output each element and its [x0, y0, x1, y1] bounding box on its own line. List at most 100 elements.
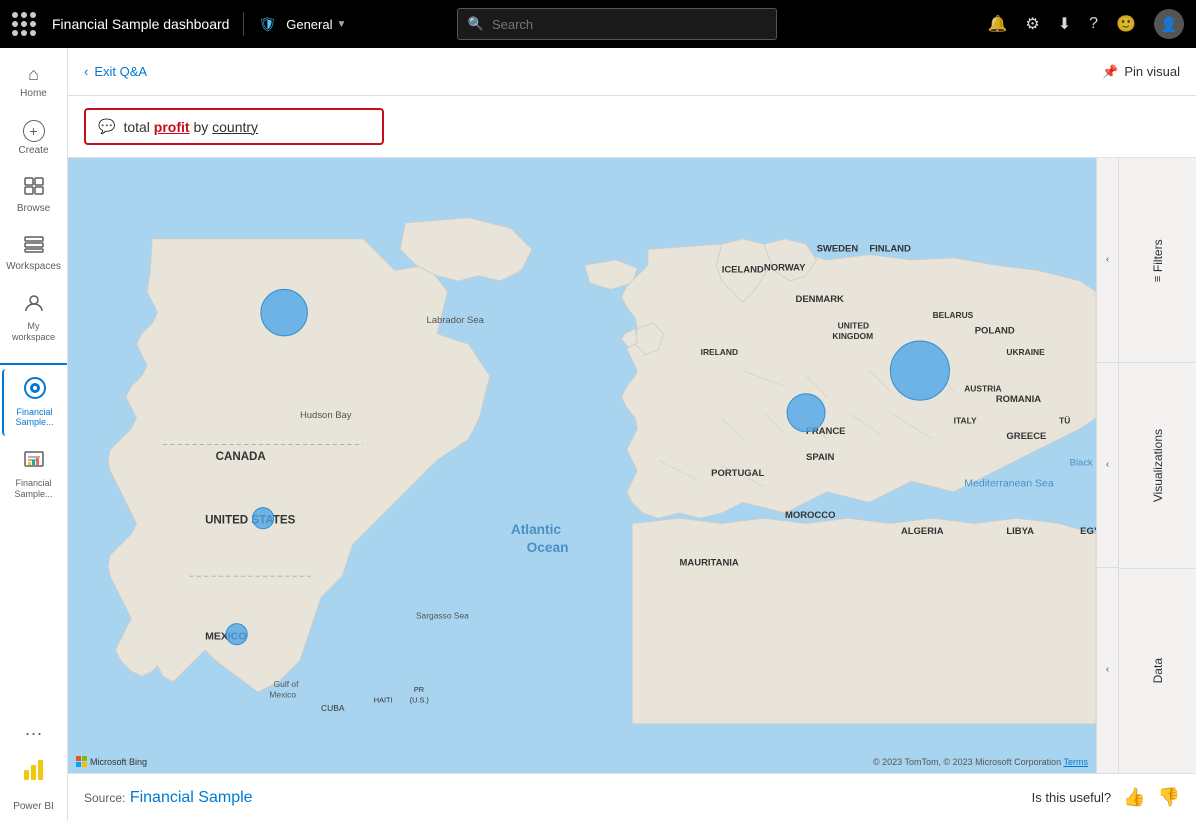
- chevron-left-icon: ‹: [1106, 254, 1109, 265]
- sidebar-item-financial-sample-2[interactable]: Financial Sample...: [2, 440, 66, 508]
- data-tab-label: Data: [1147, 650, 1169, 691]
- country-highlight: country: [212, 119, 258, 135]
- nav-action-icons: 🔔 ⚙ ⬇ ? 🙂 👤: [987, 9, 1184, 39]
- thumbs-up-button[interactable]: 👍: [1123, 787, 1145, 808]
- pin-visual-label: Pin visual: [1124, 64, 1180, 79]
- svg-text:(U.S.): (U.S.): [410, 696, 429, 705]
- workspace-selector[interactable]: General ▼: [286, 17, 346, 32]
- svg-text:AUSTRIA: AUSTRIA: [964, 384, 1001, 394]
- svg-text:Mexico: Mexico: [269, 689, 296, 699]
- help-icon[interactable]: ?: [1089, 15, 1098, 33]
- qna-query-box[interactable]: 💬 total profit by country: [84, 108, 384, 145]
- browse-icon: [24, 177, 44, 200]
- chevron-left-icon-2: ‹: [1106, 459, 1109, 470]
- terms-link[interactable]: Terms: [1064, 757, 1089, 767]
- svg-text:CANADA: CANADA: [216, 451, 267, 463]
- sidebar-item-browse[interactable]: Browse: [2, 169, 66, 223]
- svg-text:MAURITANIA: MAURITANIA: [680, 558, 739, 569]
- svg-text:KINGDOM: KINGDOM: [832, 331, 873, 341]
- chevron-left-icon-3: ‹: [1106, 664, 1109, 675]
- svg-text:NORWAY: NORWAY: [764, 262, 806, 273]
- map-background: CANADA UNITED STATES MEXICO Hudson Bay L…: [68, 158, 1096, 773]
- svg-text:SWEDEN: SWEDEN: [817, 243, 859, 254]
- powerbi-logo: [20, 756, 48, 789]
- bing-logo: Microsoft Bing: [76, 756, 147, 767]
- nav-divider: [243, 12, 244, 36]
- svg-text:LIBYA: LIBYA: [1006, 526, 1034, 537]
- content-area: ‹ Exit Q&A 📌 Pin visual 💬 total profit b…: [68, 48, 1196, 821]
- svg-text:POLAND: POLAND: [975, 326, 1015, 337]
- workspace-label: General: [286, 17, 332, 32]
- svg-text:ROMANIA: ROMANIA: [996, 394, 1041, 405]
- source-link[interactable]: Financial Sample: [130, 789, 253, 806]
- sidebar-item-workspaces[interactable]: Workspaces: [2, 227, 66, 281]
- sidebar-item-financial-sample-1[interactable]: Financial Sample...: [2, 369, 66, 437]
- my-workspace-icon: [24, 293, 44, 318]
- search-bar[interactable]: 🔍: [457, 8, 777, 40]
- top-navigation: Financial Sample dashboard 🛡 General ▼ 🔍…: [0, 0, 1196, 48]
- qna-input-area: 💬 total profit by country: [68, 96, 1196, 158]
- search-icon: 🔍: [468, 16, 484, 32]
- sidebar-item-home[interactable]: ⌂ Home: [2, 56, 66, 108]
- svg-text:BELARUS: BELARUS: [933, 310, 974, 320]
- qna-query-text: total profit by country: [123, 119, 258, 135]
- download-icon[interactable]: ⬇: [1058, 14, 1071, 34]
- thumbs-down-button[interactable]: 👎: [1158, 787, 1180, 808]
- sidebar-workspaces-label: Workspaces: [6, 261, 61, 273]
- collapse-data-button[interactable]: ‹: [1097, 568, 1118, 773]
- more-items-button[interactable]: ···: [25, 723, 43, 744]
- financial-report-icon: [23, 448, 45, 475]
- pin-visual-button[interactable]: 📌 Pin visual: [1102, 64, 1180, 80]
- sidebar-home-label: Home: [20, 88, 47, 100]
- notifications-icon[interactable]: 🔔: [987, 14, 1007, 34]
- svg-text:Ocean: Ocean: [527, 540, 569, 555]
- svg-text:FINLAND: FINLAND: [869, 243, 911, 254]
- sidebar-item-my-workspace[interactable]: Myworkspace: [2, 285, 66, 351]
- source-label: Source:: [84, 791, 125, 805]
- svg-text:Sargasso Sea: Sargasso Sea: [416, 610, 469, 620]
- dashboard-title: Financial Sample dashboard: [52, 16, 229, 32]
- data-panel-tab[interactable]: Data: [1119, 569, 1196, 773]
- main-layout: ⌂ Home + Create Browse: [0, 48, 1196, 821]
- svg-text:ITALY: ITALY: [954, 415, 977, 425]
- visualizations-panel-tab[interactable]: Visualizations: [1119, 363, 1196, 568]
- workspaces-icon: [24, 235, 44, 258]
- apps-grid-icon[interactable]: [12, 12, 36, 36]
- footer: Source: Financial Sample Is this useful?…: [68, 773, 1196, 821]
- bing-logo-squares: [76, 756, 87, 767]
- useful-feedback: Is this useful? 👍 👎: [1032, 787, 1180, 808]
- svg-text:Mediterranean Sea: Mediterranean Sea: [964, 478, 1054, 490]
- svg-text:DENMARK: DENMARK: [796, 294, 845, 305]
- powerbi-label: Power BI: [13, 801, 54, 813]
- filters-icon: ≡: [1152, 275, 1164, 281]
- search-input[interactable]: [492, 17, 766, 32]
- financial-dashboard-icon: [24, 377, 46, 404]
- settings-icon[interactable]: ⚙: [1025, 14, 1039, 34]
- filters-panel-tab[interactable]: ≡ Filters: [1119, 158, 1196, 363]
- svg-text:Atlantic: Atlantic: [511, 522, 562, 537]
- avatar[interactable]: 👤: [1154, 9, 1184, 39]
- filters-tab-label: ≡ Filters: [1147, 231, 1169, 290]
- collapse-filters-button[interactable]: ‹: [1097, 158, 1118, 363]
- svg-text:HAITI: HAITI: [374, 696, 393, 705]
- right-panels: ‹ ‹ ‹ ≡ Filters: [1096, 158, 1196, 773]
- map-svg: CANADA UNITED STATES MEXICO Hudson Bay L…: [68, 158, 1096, 773]
- svg-text:CUBA: CUBA: [321, 703, 345, 713]
- useful-question: Is this useful?: [1032, 790, 1112, 805]
- svg-text:GREECE: GREECE: [1006, 431, 1046, 442]
- sidebar-financial2-label: Financial Sample...: [6, 478, 62, 500]
- qna-header: ‹ Exit Q&A 📌 Pin visual: [68, 48, 1196, 96]
- exit-qna-button[interactable]: ‹ Exit Q&A: [84, 64, 147, 79]
- profit-highlight: profit: [154, 119, 190, 135]
- svg-text:Labrador Sea: Labrador Sea: [426, 315, 484, 326]
- collapse-visualizations-button[interactable]: ‹: [1097, 363, 1118, 568]
- chat-icon: 💬: [98, 118, 115, 135]
- shield-icon: 🛡: [258, 16, 276, 33]
- chevron-down-icon: ▼: [336, 19, 346, 30]
- create-icon: +: [23, 120, 45, 142]
- sidebar-item-create[interactable]: + Create: [2, 112, 66, 165]
- feedback-icon[interactable]: 🙂: [1116, 14, 1136, 34]
- map-container: CANADA UNITED STATES MEXICO Hudson Bay L…: [68, 158, 1096, 773]
- svg-text:UNITED: UNITED: [838, 320, 869, 330]
- svg-text:TÜ: TÜ: [1059, 415, 1070, 425]
